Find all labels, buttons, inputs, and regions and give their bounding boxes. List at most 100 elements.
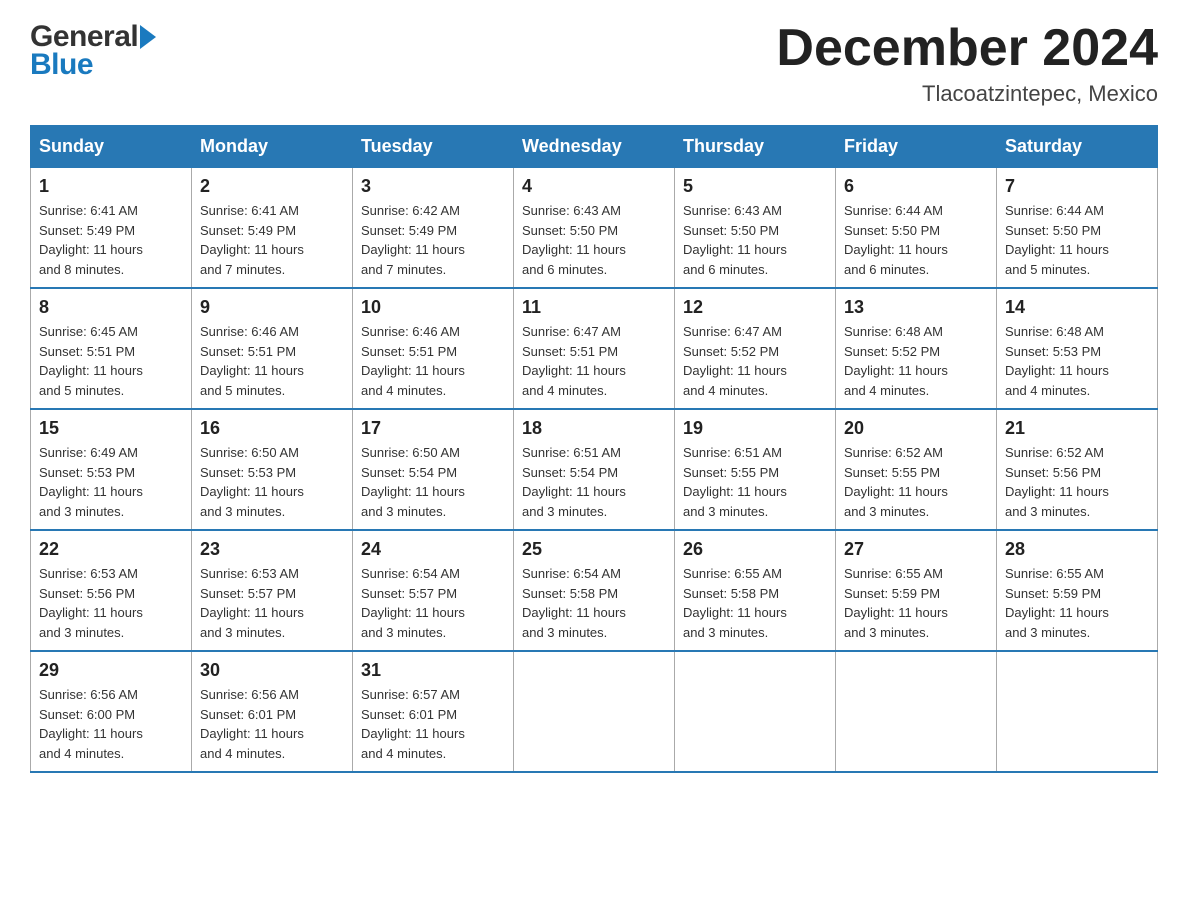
day-info: Sunrise: 6:52 AMSunset: 5:55 PMDaylight:… xyxy=(844,443,988,521)
day-number: 18 xyxy=(522,418,666,439)
calendar-table: Sunday Monday Tuesday Wednesday Thursday… xyxy=(30,125,1158,773)
day-info: Sunrise: 6:55 AMSunset: 5:59 PMDaylight:… xyxy=(844,564,988,642)
table-row: 24 Sunrise: 6:54 AMSunset: 5:57 PMDaylig… xyxy=(353,530,514,651)
day-info: Sunrise: 6:50 AMSunset: 5:54 PMDaylight:… xyxy=(361,443,505,521)
day-info: Sunrise: 6:49 AMSunset: 5:53 PMDaylight:… xyxy=(39,443,183,521)
day-number: 25 xyxy=(522,539,666,560)
header-saturday: Saturday xyxy=(997,126,1158,168)
day-number: 17 xyxy=(361,418,505,439)
table-row: 25 Sunrise: 6:54 AMSunset: 5:58 PMDaylig… xyxy=(514,530,675,651)
calendar-week-row: 15 Sunrise: 6:49 AMSunset: 5:53 PMDaylig… xyxy=(31,409,1158,530)
table-row: 27 Sunrise: 6:55 AMSunset: 5:59 PMDaylig… xyxy=(836,530,997,651)
day-number: 1 xyxy=(39,176,183,197)
day-info: Sunrise: 6:53 AMSunset: 5:57 PMDaylight:… xyxy=(200,564,344,642)
table-row: 3 Sunrise: 6:42 AMSunset: 5:49 PMDayligh… xyxy=(353,168,514,289)
day-info: Sunrise: 6:44 AMSunset: 5:50 PMDaylight:… xyxy=(844,201,988,279)
day-number: 5 xyxy=(683,176,827,197)
day-info: Sunrise: 6:51 AMSunset: 5:55 PMDaylight:… xyxy=(683,443,827,521)
table-row: 29 Sunrise: 6:56 AMSunset: 6:00 PMDaylig… xyxy=(31,651,192,772)
header-monday: Monday xyxy=(192,126,353,168)
day-number: 10 xyxy=(361,297,505,318)
day-number: 28 xyxy=(1005,539,1149,560)
table-row xyxy=(836,651,997,772)
day-info: Sunrise: 6:46 AMSunset: 5:51 PMDaylight:… xyxy=(200,322,344,400)
day-number: 19 xyxy=(683,418,827,439)
day-info: Sunrise: 6:54 AMSunset: 5:58 PMDaylight:… xyxy=(522,564,666,642)
logo: General Blue xyxy=(30,20,156,82)
table-row: 28 Sunrise: 6:55 AMSunset: 5:59 PMDaylig… xyxy=(997,530,1158,651)
title-section: December 2024 Tlacoatzintepec, Mexico xyxy=(776,20,1158,107)
table-row xyxy=(514,651,675,772)
day-info: Sunrise: 6:56 AMSunset: 6:00 PMDaylight:… xyxy=(39,685,183,763)
header-tuesday: Tuesday xyxy=(353,126,514,168)
day-number: 20 xyxy=(844,418,988,439)
day-number: 11 xyxy=(522,297,666,318)
page-header: General Blue December 2024 Tlacoatzintep… xyxy=(30,20,1158,107)
day-number: 7 xyxy=(1005,176,1149,197)
table-row: 10 Sunrise: 6:46 AMSunset: 5:51 PMDaylig… xyxy=(353,288,514,409)
day-number: 23 xyxy=(200,539,344,560)
day-info: Sunrise: 6:44 AMSunset: 5:50 PMDaylight:… xyxy=(1005,201,1149,279)
day-number: 16 xyxy=(200,418,344,439)
day-number: 4 xyxy=(522,176,666,197)
day-number: 27 xyxy=(844,539,988,560)
day-number: 15 xyxy=(39,418,183,439)
table-row: 21 Sunrise: 6:52 AMSunset: 5:56 PMDaylig… xyxy=(997,409,1158,530)
table-row: 12 Sunrise: 6:47 AMSunset: 5:52 PMDaylig… xyxy=(675,288,836,409)
table-row: 13 Sunrise: 6:48 AMSunset: 5:52 PMDaylig… xyxy=(836,288,997,409)
weekday-header-row: Sunday Monday Tuesday Wednesday Thursday… xyxy=(31,126,1158,168)
table-row xyxy=(997,651,1158,772)
day-info: Sunrise: 6:53 AMSunset: 5:56 PMDaylight:… xyxy=(39,564,183,642)
table-row: 11 Sunrise: 6:47 AMSunset: 5:51 PMDaylig… xyxy=(514,288,675,409)
location-subtitle: Tlacoatzintepec, Mexico xyxy=(776,81,1158,107)
day-number: 3 xyxy=(361,176,505,197)
day-info: Sunrise: 6:57 AMSunset: 6:01 PMDaylight:… xyxy=(361,685,505,763)
day-info: Sunrise: 6:42 AMSunset: 5:49 PMDaylight:… xyxy=(361,201,505,279)
day-number: 8 xyxy=(39,297,183,318)
day-info: Sunrise: 6:52 AMSunset: 5:56 PMDaylight:… xyxy=(1005,443,1149,521)
day-number: 24 xyxy=(361,539,505,560)
table-row: 20 Sunrise: 6:52 AMSunset: 5:55 PMDaylig… xyxy=(836,409,997,530)
calendar-week-row: 8 Sunrise: 6:45 AMSunset: 5:51 PMDayligh… xyxy=(31,288,1158,409)
table-row xyxy=(675,651,836,772)
header-friday: Friday xyxy=(836,126,997,168)
table-row: 14 Sunrise: 6:48 AMSunset: 5:53 PMDaylig… xyxy=(997,288,1158,409)
day-number: 30 xyxy=(200,660,344,681)
table-row: 18 Sunrise: 6:51 AMSunset: 5:54 PMDaylig… xyxy=(514,409,675,530)
day-info: Sunrise: 6:47 AMSunset: 5:52 PMDaylight:… xyxy=(683,322,827,400)
table-row: 15 Sunrise: 6:49 AMSunset: 5:53 PMDaylig… xyxy=(31,409,192,530)
day-info: Sunrise: 6:50 AMSunset: 5:53 PMDaylight:… xyxy=(200,443,344,521)
day-info: Sunrise: 6:48 AMSunset: 5:53 PMDaylight:… xyxy=(1005,322,1149,400)
table-row: 22 Sunrise: 6:53 AMSunset: 5:56 PMDaylig… xyxy=(31,530,192,651)
day-number: 22 xyxy=(39,539,183,560)
calendar-week-row: 29 Sunrise: 6:56 AMSunset: 6:00 PMDaylig… xyxy=(31,651,1158,772)
table-row: 8 Sunrise: 6:45 AMSunset: 5:51 PMDayligh… xyxy=(31,288,192,409)
table-row: 1 Sunrise: 6:41 AMSunset: 5:49 PMDayligh… xyxy=(31,168,192,289)
day-info: Sunrise: 6:48 AMSunset: 5:52 PMDaylight:… xyxy=(844,322,988,400)
day-number: 31 xyxy=(361,660,505,681)
logo-triangle-icon xyxy=(140,25,156,49)
day-info: Sunrise: 6:51 AMSunset: 5:54 PMDaylight:… xyxy=(522,443,666,521)
table-row: 7 Sunrise: 6:44 AMSunset: 5:50 PMDayligh… xyxy=(997,168,1158,289)
calendar-week-row: 1 Sunrise: 6:41 AMSunset: 5:49 PMDayligh… xyxy=(31,168,1158,289)
day-info: Sunrise: 6:46 AMSunset: 5:51 PMDaylight:… xyxy=(361,322,505,400)
logo-blue: Blue xyxy=(30,48,156,82)
day-info: Sunrise: 6:47 AMSunset: 5:51 PMDaylight:… xyxy=(522,322,666,400)
table-row: 23 Sunrise: 6:53 AMSunset: 5:57 PMDaylig… xyxy=(192,530,353,651)
day-number: 26 xyxy=(683,539,827,560)
day-info: Sunrise: 6:43 AMSunset: 5:50 PMDaylight:… xyxy=(683,201,827,279)
day-info: Sunrise: 6:54 AMSunset: 5:57 PMDaylight:… xyxy=(361,564,505,642)
day-info: Sunrise: 6:56 AMSunset: 6:01 PMDaylight:… xyxy=(200,685,344,763)
day-info: Sunrise: 6:55 AMSunset: 5:58 PMDaylight:… xyxy=(683,564,827,642)
day-number: 21 xyxy=(1005,418,1149,439)
table-row: 9 Sunrise: 6:46 AMSunset: 5:51 PMDayligh… xyxy=(192,288,353,409)
day-info: Sunrise: 6:45 AMSunset: 5:51 PMDaylight:… xyxy=(39,322,183,400)
table-row: 19 Sunrise: 6:51 AMSunset: 5:55 PMDaylig… xyxy=(675,409,836,530)
table-row: 26 Sunrise: 6:55 AMSunset: 5:58 PMDaylig… xyxy=(675,530,836,651)
calendar-week-row: 22 Sunrise: 6:53 AMSunset: 5:56 PMDaylig… xyxy=(31,530,1158,651)
table-row: 16 Sunrise: 6:50 AMSunset: 5:53 PMDaylig… xyxy=(192,409,353,530)
day-info: Sunrise: 6:41 AMSunset: 5:49 PMDaylight:… xyxy=(39,201,183,279)
month-title: December 2024 xyxy=(776,20,1158,77)
table-row: 5 Sunrise: 6:43 AMSunset: 5:50 PMDayligh… xyxy=(675,168,836,289)
day-info: Sunrise: 6:43 AMSunset: 5:50 PMDaylight:… xyxy=(522,201,666,279)
